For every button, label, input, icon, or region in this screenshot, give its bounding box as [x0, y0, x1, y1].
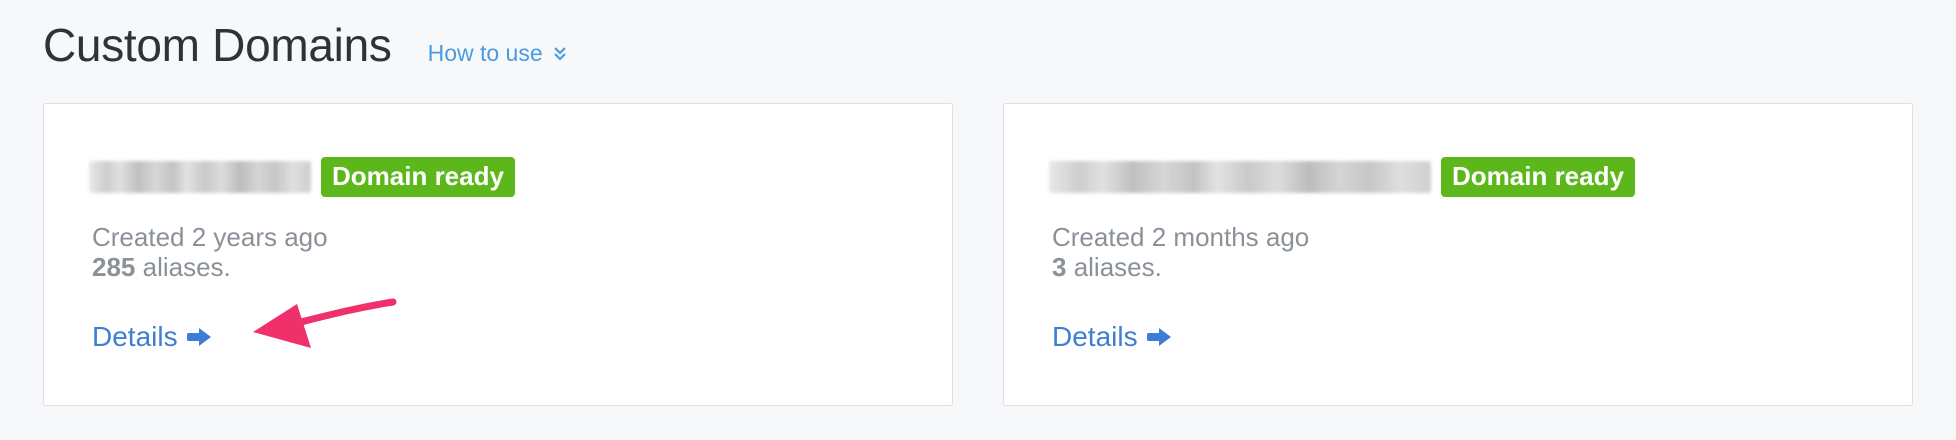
how-to-use-label: How to use [427, 40, 543, 66]
arrow-right-icon [1146, 328, 1171, 346]
created-text: Created 2 years ago [92, 222, 328, 252]
details-link[interactable]: Details [1052, 321, 1172, 353]
domain-meta: Created 2 months ago 3 aliases. [1052, 222, 1309, 282]
domain-row: Domain ready [1049, 157, 1635, 197]
status-badge: Domain ready [321, 157, 515, 197]
double-chevron-down-icon [553, 46, 566, 61]
page-title: Custom Domains [43, 19, 392, 71]
page-header: Custom Domains How to use [43, 18, 567, 72]
details-label: Details [1052, 321, 1138, 352]
details-label: Details [92, 321, 178, 352]
domain-row: Domain ready [89, 157, 515, 197]
redacted-domain-name [89, 161, 311, 193]
alias-label: aliases. [135, 252, 231, 282]
alias-line: 285 aliases. [92, 252, 328, 282]
domain-card: Domain ready Created 2 months ago 3 alia… [1003, 103, 1913, 406]
alias-label: aliases. [1066, 252, 1162, 282]
redacted-domain-name [1049, 161, 1431, 193]
annotation-arrow-icon [253, 298, 397, 348]
how-to-use-link[interactable]: How to use [428, 40, 567, 67]
arrow-right-icon [186, 328, 211, 346]
custom-domains-page: Custom Domains How to use Domain ready C… [0, 0, 1956, 440]
alias-count: 285 [92, 252, 136, 282]
status-badge: Domain ready [1441, 157, 1635, 197]
alias-line: 3 aliases. [1052, 252, 1309, 282]
alias-count: 3 [1052, 252, 1067, 282]
domain-meta: Created 2 years ago 285 aliases. [92, 222, 328, 282]
details-link[interactable]: Details [92, 321, 212, 353]
domain-card: Domain ready Created 2 years ago 285 ali… [43, 103, 953, 406]
created-text: Created 2 months ago [1052, 222, 1310, 252]
